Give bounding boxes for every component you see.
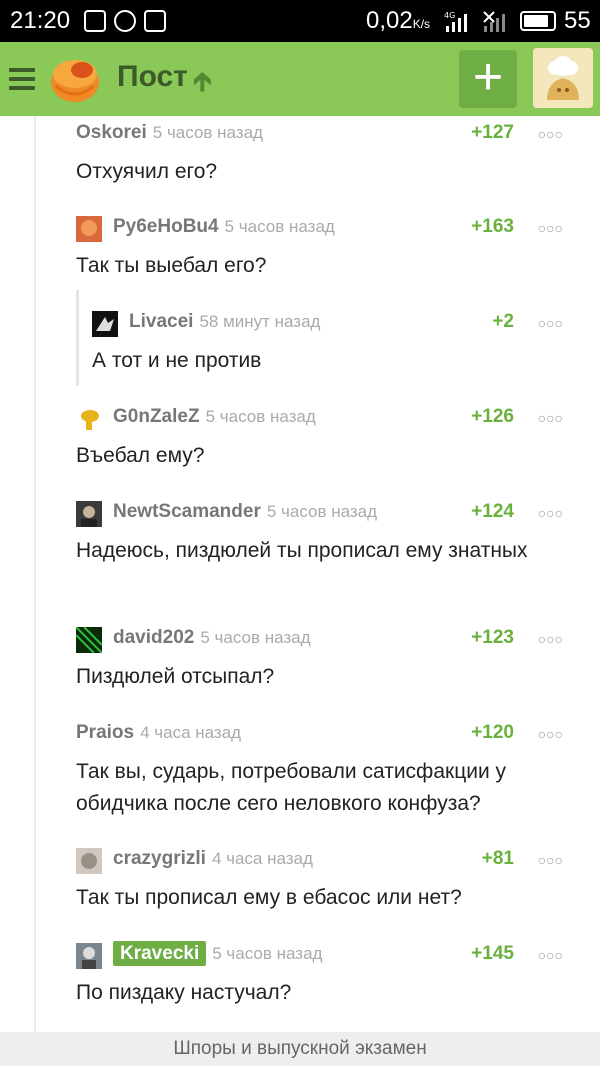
signal-off-icon — [483, 11, 505, 32]
post-title-footer[interactable]: Шпоры и выпускной экзамен — [0, 1032, 600, 1066]
scroll-up-arrow-icon[interactable]: 🡱 — [193, 63, 212, 107]
mail-notification-icon — [84, 10, 106, 32]
user-avatar[interactable] — [76, 501, 102, 527]
page-title: Пост — [117, 60, 188, 93]
comment-author[interactable]: Kravecki 5 часов назад — [113, 941, 323, 966]
comment-rating: +163 — [471, 216, 514, 237]
comment-rating: +120 — [471, 722, 514, 743]
author-badge: Kravecki — [113, 941, 207, 966]
comment-author[interactable]: Livacei 58 минут назад — [129, 311, 320, 333]
comment-text: Пиздюлей отсыпал? — [76, 665, 275, 688]
comment-author[interactable]: Oskorei 5 часов назад — [76, 122, 263, 144]
thread-line — [34, 116, 36, 1032]
comment-rating: +126 — [471, 406, 514, 427]
comment-author[interactable]: Praios 4 часа назад — [76, 722, 241, 744]
more-options-icon[interactable]: ○○○ — [538, 126, 563, 142]
more-options-icon[interactable]: ○○○ — [538, 852, 563, 868]
comment-time: 5 часов назад — [152, 123, 263, 142]
comment-author[interactable]: NewtScamander 5 часов назад — [113, 501, 377, 523]
comment-author[interactable]: david202 5 часов назад — [113, 627, 311, 649]
comment-time: 4 часа назад — [140, 723, 242, 742]
comment-text: Так вы, сударь, потребовали сатисфакции … — [76, 760, 507, 815]
network-speed: 0,02K/s — [366, 7, 431, 34]
comment-time: 5 часов назад — [266, 502, 378, 521]
comment-rating: +145 — [471, 943, 514, 964]
hamburger-menu-icon[interactable] — [9, 68, 35, 90]
user-avatar[interactable] — [533, 48, 593, 108]
reply-thread-line — [76, 290, 79, 386]
comment-rating: +81 — [481, 848, 514, 869]
more-options-icon[interactable]: ○○○ — [538, 947, 563, 963]
comment-text: Так ты прописал ему в ебасос или нет? — [76, 886, 462, 909]
comment-author[interactable]: Py6eHoBu4 5 часов назад — [113, 216, 335, 238]
battery-percent: 55 — [564, 7, 591, 34]
comment-text: Въебал ему? — [76, 444, 205, 467]
comment-time: 5 часов назад — [200, 628, 311, 647]
comment-text: А тот и не против — [92, 349, 262, 372]
comment-text: По пиздаку настучал? — [76, 981, 292, 1004]
comment-rating: +124 — [471, 501, 514, 522]
comment-text: Так ты выебал его? — [76, 254, 267, 277]
comment-text: Надеюсь, пиздюлей ты прописал ему знатны… — [76, 539, 528, 562]
comment: Praios 4 часа назад +120 ○○○ Так вы, суда… — [76, 722, 566, 820]
user-avatar[interactable] — [76, 943, 102, 969]
comment-time: 58 минут назад — [199, 312, 321, 331]
more-options-icon[interactable]: ○○○ — [538, 220, 563, 236]
comment: NewtScamander 5 часов назад +124 ○○○ Наде… — [76, 501, 566, 567]
comment: crazygrizli 4 часа назад +81 ○○○ Так ты п… — [76, 848, 566, 914]
comment: Py6eHoBu4 5 часов назад +163 ○○○ Так ты в… — [76, 216, 566, 282]
app-bar: Пост 🡱 + — [0, 42, 600, 116]
comment: Oskorei 5 часов назад +127 ○○○ Отхуячил е… — [76, 122, 566, 188]
comment-time: 4 часа назад — [211, 849, 313, 868]
user-avatar[interactable] — [76, 406, 102, 432]
svg-text:4G: 4G — [444, 11, 455, 20]
comment-time: 5 часов назад — [212, 944, 323, 963]
comment-rating: +2 — [492, 311, 514, 332]
comment-author[interactable]: crazygrizli 4 часа назад — [113, 848, 313, 870]
user-avatar[interactable] — [76, 848, 102, 874]
reply-comment: Livacei 58 минут назад +2 ○○○ А тот и не … — [92, 311, 566, 377]
comment-time: 5 часов назад — [205, 407, 316, 426]
more-options-icon[interactable]: ○○○ — [538, 631, 563, 647]
more-options-icon[interactable]: ○○○ — [538, 315, 563, 331]
comment-rating: +127 — [471, 122, 514, 143]
more-options-icon[interactable]: ○○○ — [538, 410, 563, 426]
more-options-icon[interactable]: ○○○ — [538, 726, 563, 742]
add-post-button[interactable]: + — [459, 50, 517, 108]
comment-time: 5 часов назад — [224, 217, 335, 236]
user-avatar[interactable] — [92, 311, 118, 337]
check-circle-icon — [114, 10, 136, 32]
signal-4g-icon: 4G — [444, 11, 467, 32]
image-icon — [144, 10, 166, 32]
battery-icon — [520, 11, 556, 31]
user-avatar[interactable] — [76, 627, 102, 653]
pikabu-logo[interactable] — [48, 52, 102, 106]
comment-author[interactable]: G0nZaleZ 5 часов назад — [113, 406, 316, 428]
comment-rating: +123 — [471, 627, 514, 648]
user-avatar[interactable] — [76, 216, 102, 242]
comment: david202 5 часов назад +123 ○○○ Пиздюлей … — [76, 627, 566, 693]
status-time: 21:20 — [10, 7, 71, 34]
comment: G0nZaleZ 5 часов назад +126 ○○○ Въебал ем… — [76, 406, 566, 472]
status-bar: 21:20 0,02K/s 4G 55 — [0, 0, 600, 42]
more-options-icon[interactable]: ○○○ — [538, 505, 563, 521]
comment-text: Отхуячил его? — [76, 160, 218, 183]
comment: Kravecki 5 часов назад +145 ○○○ По пиздак… — [76, 941, 566, 1009]
